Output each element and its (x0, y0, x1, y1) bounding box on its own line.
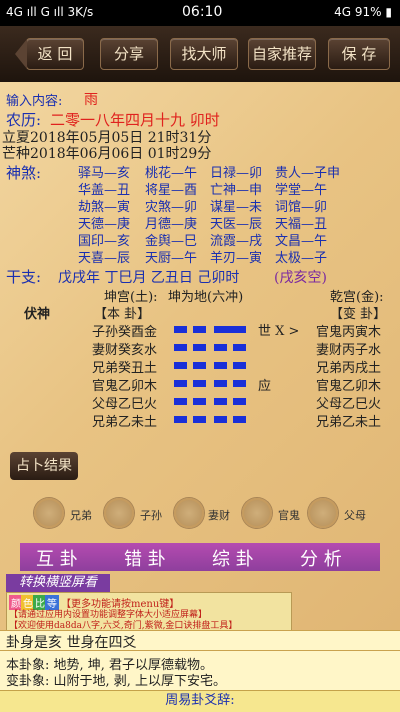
yin-line (193, 380, 206, 387)
yin-line (193, 398, 206, 405)
bian-gua-label: 【变 卦】 (330, 307, 387, 322)
ben-line-1: 兄弟乙未土 (92, 415, 158, 430)
save-button[interactable]: 保 存 (328, 38, 390, 70)
shensha-cell: 太极—子 (275, 251, 328, 266)
option-label: 官鬼 (278, 509, 300, 522)
shensha-label: 神煞: (6, 164, 42, 182)
yin-line (193, 326, 206, 333)
yin-line (193, 344, 206, 351)
ganzhi-value: 戊戌年 丁巳月 乙丑日 己卯时 (58, 270, 240, 286)
shensha-cell: 天喜—辰 (78, 251, 131, 266)
yin-line (233, 344, 246, 351)
yin-line (214, 362, 227, 369)
yin-line (174, 380, 187, 387)
yin-line (233, 416, 246, 423)
bian-line-5: 妻财丙子水 (316, 343, 382, 358)
find-master-button[interactable]: 找大师 (170, 38, 238, 70)
ganzhi-kong: (戌亥空) (274, 270, 327, 286)
option-label: 子孙 (140, 509, 162, 522)
divine-result-button[interactable]: 占卜结果 (10, 452, 78, 480)
option-label: 妻财 (208, 509, 230, 522)
tab-cuo-gua[interactable]: 错 卦 (124, 545, 166, 571)
shi-marker: 世 X > (258, 324, 300, 339)
info-box: 颜 色 比 等 【更多功能请按menu键】 【请通过应用内设置功能调整字体大小适… (6, 592, 292, 632)
shensha-cell: 羊刃—寅 (210, 251, 263, 266)
radio-officer[interactable] (242, 498, 272, 528)
bian-gua-xiang: 变卦象: 山附于地, 剥, 上以厚下安宅。 (6, 674, 227, 689)
yin-line (174, 344, 187, 351)
option-label: 父母 (344, 509, 366, 522)
yin-line (214, 398, 227, 405)
yin-line (214, 344, 227, 351)
clock: 06:10 (182, 4, 223, 20)
option-label: 兄弟 (70, 509, 92, 522)
status-bar: 4G ıll G ıll 3K/s 06:10 4G 91% ▮ (0, 0, 400, 26)
ben-line-6: 子孙癸酉金 (92, 325, 158, 340)
bian-line-3: 官鬼乙卯木 (316, 379, 382, 394)
yin-line (193, 416, 206, 423)
divider (0, 630, 400, 631)
radio-wealth[interactable] (174, 498, 204, 528)
shensha-cell: 天厨—午 (145, 251, 198, 266)
ying-marker: 应 (258, 379, 272, 394)
battery-indicator: 4G 91% ▮ (334, 5, 392, 19)
ben-line-3: 官鬼乙卯木 (92, 379, 158, 394)
input-value: 雨 (84, 92, 98, 108)
yao-ci-footer[interactable]: 周易卦爻辞: (0, 690, 400, 712)
ben-line-5: 妻财癸亥水 (92, 343, 158, 358)
bian-line-4: 兄弟丙戌土 (316, 361, 382, 376)
ben-line-4: 兄弟癸丑土 (92, 361, 158, 376)
yin-line (233, 398, 246, 405)
signal-indicator: 4G ıll G ıll 3K/s (6, 5, 94, 19)
yin-line (174, 362, 187, 369)
yang-line (214, 326, 246, 333)
rotate-screen-button[interactable]: 转换横竖屏看 (6, 574, 110, 592)
bian-line-1: 兄弟乙未土 (316, 415, 382, 430)
tab-hu-gua[interactable]: 互 卦 (36, 545, 78, 571)
ben-gua-label: 【本 卦】 (94, 307, 151, 322)
ben-line-2: 父母乙巳火 (92, 397, 158, 412)
back-button[interactable]: 返 回 (15, 38, 84, 70)
yin-line (174, 326, 187, 333)
gua-body: 卦身是亥 世身在四爻 (6, 635, 137, 651)
solar-term-2: 芒种2018年06月06日 01时29分 (2, 146, 212, 162)
analysis-tabs: 互 卦 错 卦 综 卦 分 析 (20, 543, 380, 571)
yin-line (174, 398, 187, 405)
bian-line-2: 父母乙巳火 (316, 397, 382, 412)
radio-descendants[interactable] (104, 498, 134, 528)
radio-brothers[interactable] (34, 498, 64, 528)
input-label: 输入内容: (6, 94, 63, 109)
tab-analysis[interactable]: 分 析 (300, 545, 342, 571)
yin-line (233, 362, 246, 369)
recommend-button[interactable]: 自家推荐 (248, 38, 316, 70)
yin-line (233, 380, 246, 387)
fushen-label: 伏神 (24, 307, 51, 322)
share-button[interactable]: 分享 (100, 38, 158, 70)
divider (0, 650, 400, 651)
bian-line-6: 官鬼丙寅木 (316, 325, 382, 340)
left-gua-name: 坤为地(六冲) (168, 290, 244, 305)
ganzhi-label: 干支: (6, 268, 42, 286)
yin-line (174, 416, 187, 423)
yin-line (214, 380, 227, 387)
yin-line (193, 362, 206, 369)
toolbar: 返 回 分享 找大师 自家推荐 保 存 (0, 26, 400, 82)
yin-line (214, 416, 227, 423)
tab-zong-gua[interactable]: 综 卦 (212, 545, 254, 571)
radio-parents[interactable] (308, 498, 338, 528)
